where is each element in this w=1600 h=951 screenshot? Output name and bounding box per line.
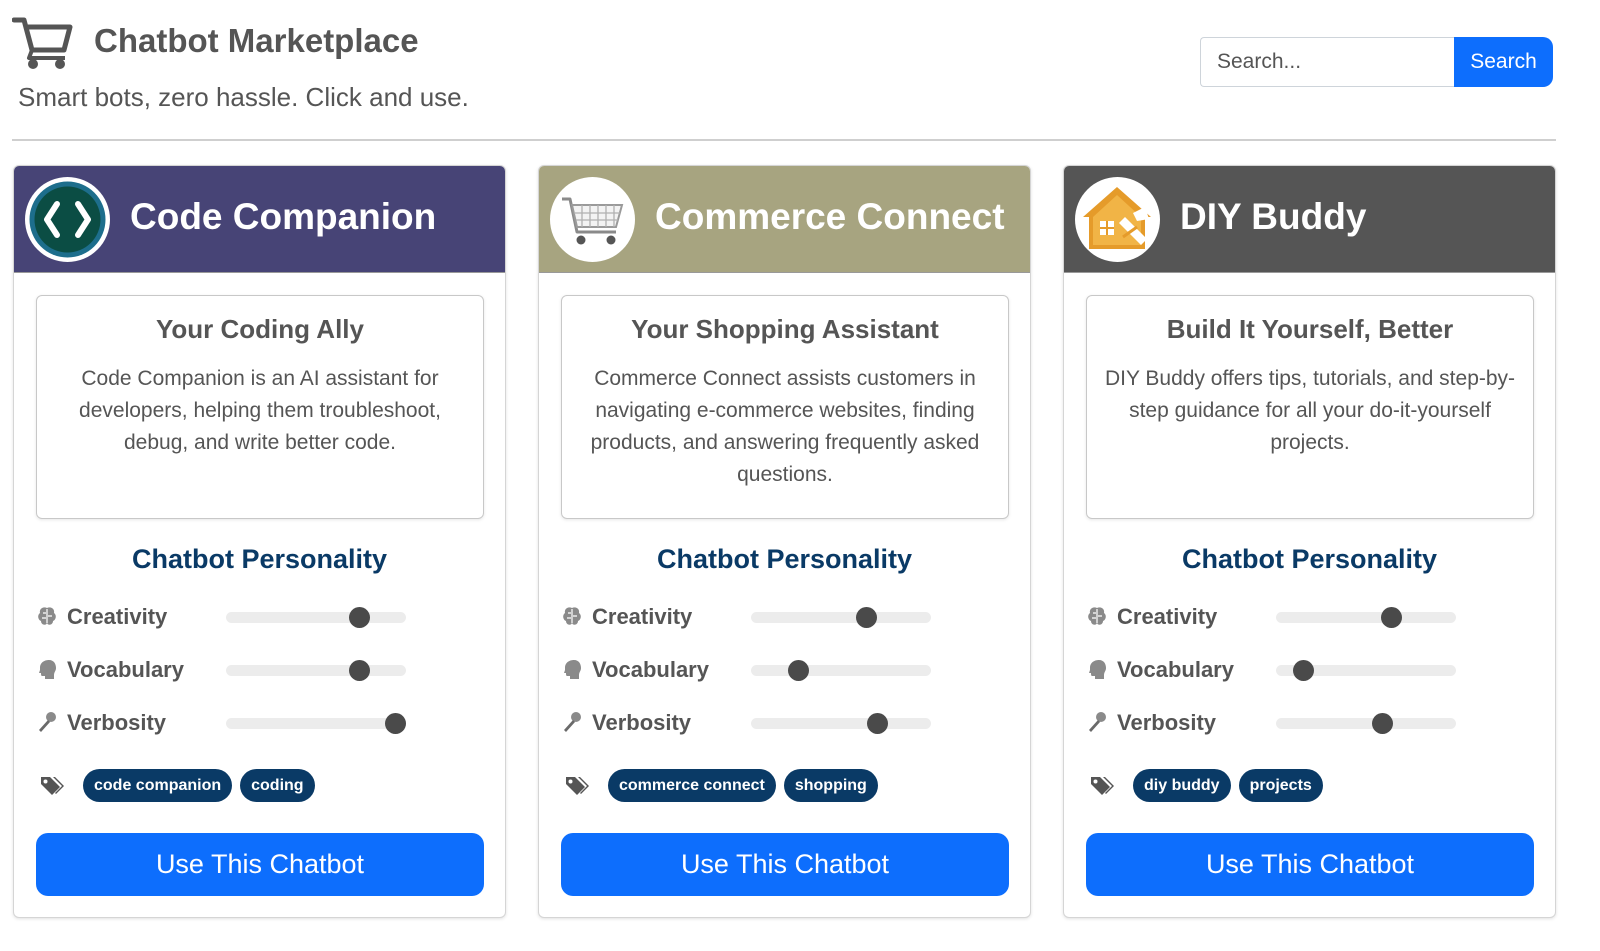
house-tools-logo bbox=[1075, 177, 1160, 262]
description-title: Build It Yourself, Better bbox=[1166, 314, 1454, 344]
personality-heading: Chatbot Personality bbox=[131, 544, 388, 574]
head-icon bbox=[564, 660, 581, 679]
trait-verbosity: Verbosity bbox=[561, 708, 981, 738]
search-button[interactable]: Search bbox=[1454, 37, 1553, 87]
microphone-icon bbox=[39, 712, 56, 732]
description-text: Commerce Connect assists customers in na… bbox=[590, 367, 980, 486]
tag-row: code companion coding bbox=[36, 769, 486, 803]
brain-icon bbox=[38, 607, 56, 625]
description-box: Build It Yourself, Better DIY Buddy offe… bbox=[1086, 295, 1534, 519]
description-box: Your Shopping Assistant Commerce Connect… bbox=[561, 295, 1009, 519]
slider-thumb[interactable] bbox=[349, 607, 371, 628]
personality-heading: Chatbot Personality bbox=[1181, 544, 1438, 574]
trait-creativity: Creativity bbox=[36, 602, 456, 632]
description-title: Your Shopping Assistant bbox=[631, 314, 939, 344]
card-title: Code Companion bbox=[130, 196, 437, 237]
slider-thumb[interactable] bbox=[867, 713, 888, 734]
card-header: Commerce Connect bbox=[539, 166, 1030, 273]
personality-heading: Chatbot Personality bbox=[656, 544, 913, 574]
brain-icon bbox=[563, 607, 581, 625]
trait-label: Verbosity bbox=[67, 710, 167, 735]
creativity-slider[interactable] bbox=[226, 607, 406, 628]
trait-vocabulary: Vocabulary bbox=[561, 655, 981, 685]
site-tagline: Smart bots, zero hassle. Click and use. bbox=[18, 82, 469, 112]
code-brackets-logo bbox=[25, 177, 110, 262]
trait-label: Vocabulary bbox=[67, 657, 184, 682]
tag-list: commerce connect shopping bbox=[608, 769, 878, 802]
site-title: Chatbot Marketplace bbox=[94, 22, 419, 59]
search-input[interactable] bbox=[1200, 37, 1455, 87]
trait-verbosity: Verbosity bbox=[36, 708, 456, 738]
trait-label: Vocabulary bbox=[1117, 657, 1234, 682]
slider-thumb[interactable] bbox=[787, 660, 809, 681]
slider-thumb[interactable] bbox=[856, 607, 878, 628]
tag-list: code companion coding bbox=[83, 769, 315, 802]
tag-row: diy buddy projects bbox=[1086, 769, 1536, 803]
tag-badge[interactable]: shopping bbox=[783, 769, 878, 802]
tag-icon bbox=[566, 777, 589, 795]
header-divider bbox=[12, 139, 1556, 141]
vocabulary-slider[interactable] bbox=[751, 660, 931, 681]
card-header: Code Companion bbox=[14, 166, 505, 273]
chatbot-card-diy-buddy: DIY Buddy Build It Yourself, Better DIY … bbox=[1063, 165, 1556, 918]
trait-creativity: Creativity bbox=[561, 602, 981, 632]
description-text: Code Companion is an AI assistant for de… bbox=[79, 367, 441, 454]
shopping-cart-logo bbox=[550, 177, 635, 262]
tag-badge[interactable]: code companion bbox=[83, 769, 233, 802]
brain-icon bbox=[1088, 607, 1106, 625]
card-title: DIY Buddy bbox=[1180, 196, 1367, 237]
head-icon bbox=[39, 660, 56, 679]
microphone-icon bbox=[1089, 712, 1106, 732]
tag-badge[interactable]: coding bbox=[240, 769, 315, 802]
chatbot-card-commerce-connect: Commerce Connect Your Shopping Assistant… bbox=[538, 165, 1031, 918]
use-chatbot-button[interactable]: Use This Chatbot bbox=[561, 833, 1009, 896]
trait-label: Vocabulary bbox=[592, 657, 709, 682]
trait-label: Creativity bbox=[67, 604, 168, 629]
tag-badge[interactable]: commerce connect bbox=[608, 769, 776, 802]
slider-thumb[interactable] bbox=[349, 660, 371, 681]
tag-icon bbox=[1091, 777, 1114, 795]
trait-vocabulary: Vocabulary bbox=[36, 655, 456, 685]
card-header: DIY Buddy bbox=[1064, 166, 1555, 273]
creativity-slider[interactable] bbox=[1276, 607, 1456, 628]
tag-badge[interactable]: projects bbox=[1238, 769, 1323, 802]
creativity-slider[interactable] bbox=[751, 607, 931, 628]
trait-label: Verbosity bbox=[1117, 710, 1217, 735]
vocabulary-slider[interactable] bbox=[226, 660, 406, 681]
tag-icon bbox=[41, 777, 64, 795]
trait-vocabulary: Vocabulary bbox=[1086, 655, 1506, 685]
verbosity-slider[interactable] bbox=[226, 713, 407, 734]
tag-row: commerce connect shopping bbox=[561, 769, 1011, 803]
use-chatbot-button[interactable]: Use This Chatbot bbox=[1086, 833, 1534, 896]
verbosity-slider[interactable] bbox=[1276, 713, 1456, 734]
tag-list: diy buddy projects bbox=[1133, 769, 1323, 802]
description-box: Your Coding Ally Code Companion is an AI… bbox=[36, 295, 484, 519]
description-title: Your Coding Ally bbox=[156, 314, 364, 344]
slider-thumb[interactable] bbox=[385, 713, 407, 734]
chatbot-card-code-companion: Code Companion Your Coding Ally Code Com… bbox=[13, 165, 506, 918]
tag-badge[interactable]: diy buddy bbox=[1133, 769, 1231, 802]
shopping-cart-icon bbox=[12, 17, 73, 69]
microphone-icon bbox=[564, 712, 581, 732]
verbosity-slider[interactable] bbox=[751, 713, 931, 734]
slider-thumb[interactable] bbox=[1293, 660, 1314, 681]
trait-label: Creativity bbox=[592, 604, 693, 629]
slider-thumb[interactable] bbox=[1381, 607, 1403, 628]
trait-label: Verbosity bbox=[592, 710, 692, 735]
trait-verbosity: Verbosity bbox=[1086, 708, 1506, 738]
slider-thumb[interactable] bbox=[1372, 713, 1394, 734]
head-icon bbox=[1089, 660, 1106, 679]
use-chatbot-button[interactable]: Use This Chatbot bbox=[36, 833, 484, 896]
trait-creativity: Creativity bbox=[1086, 602, 1506, 632]
page-header: Chatbot Marketplace Smart bots, zero has… bbox=[0, 0, 1600, 141]
vocabulary-slider[interactable] bbox=[1276, 660, 1456, 681]
card-title: Commerce Connect bbox=[655, 196, 1005, 237]
trait-label: Creativity bbox=[1117, 604, 1218, 629]
description-text: DIY Buddy offers tips, tutorials, and st… bbox=[1104, 367, 1516, 454]
